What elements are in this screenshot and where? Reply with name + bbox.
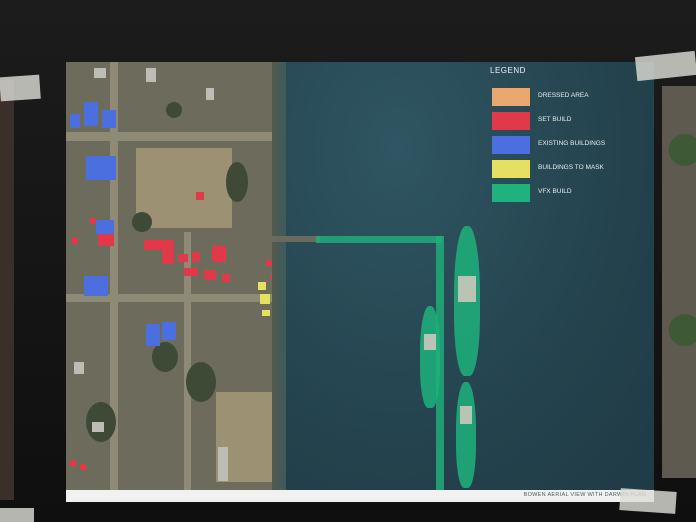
set-build xyxy=(70,460,76,466)
vfx-build-swatch xyxy=(492,184,530,202)
aerial-map-print: LEGEND DRESSED AREA SET BUILD EXISTING B… xyxy=(66,62,654,502)
wharf-approach xyxy=(272,236,320,242)
tree xyxy=(226,162,248,202)
ship-superstructure xyxy=(424,334,436,350)
legend-label: EXISTING BUILDINGS xyxy=(538,140,606,147)
set-build xyxy=(80,464,86,470)
set-build xyxy=(184,268,198,276)
vfx-wharf-build xyxy=(316,236,442,243)
existing-building xyxy=(70,114,80,128)
tree xyxy=(166,102,182,118)
map-legend: LEGEND DRESSED AREA SET BUILD EXISTING B… xyxy=(490,66,650,202)
building-to-mask xyxy=(262,310,270,316)
house-roof xyxy=(94,68,106,78)
building-to-mask xyxy=(260,294,270,304)
set-build xyxy=(204,270,216,280)
legend-label: SET BUILD xyxy=(538,116,572,123)
set-build xyxy=(212,246,226,262)
existing-building xyxy=(162,322,176,340)
vfx-ship xyxy=(420,306,440,408)
existing-building xyxy=(86,156,116,180)
existing-building xyxy=(146,324,160,346)
dressed-area-swatch xyxy=(492,88,530,106)
house-roof xyxy=(218,447,228,481)
legend-label: VFX BUILD xyxy=(538,188,572,195)
set-build xyxy=(144,240,174,250)
masking-tape xyxy=(0,508,34,522)
existing-building xyxy=(96,220,114,234)
masking-tape xyxy=(0,74,41,102)
set-build xyxy=(222,274,230,282)
street xyxy=(66,132,272,141)
aerial-map: LEGEND DRESSED AREA SET BUILD EXISTING B… xyxy=(66,62,654,490)
existing-building xyxy=(84,276,108,296)
tree xyxy=(152,342,178,372)
buildings-to-mask-swatch xyxy=(492,160,530,178)
existing-building xyxy=(102,110,116,128)
palm-tree-image xyxy=(668,306,696,366)
existing-buildings-swatch xyxy=(492,136,530,154)
left-wall-edge xyxy=(0,80,14,500)
vfx-ship xyxy=(456,382,476,488)
existing-building xyxy=(84,102,98,126)
set-build xyxy=(192,252,200,262)
set-build-swatch xyxy=(492,112,530,130)
legend-title: LEGEND xyxy=(490,66,526,75)
set-build xyxy=(178,254,188,262)
tree xyxy=(132,212,152,232)
building-to-mask xyxy=(258,282,266,290)
palm-tree-image xyxy=(668,126,696,186)
masking-tape xyxy=(619,488,677,514)
ship-superstructure xyxy=(458,276,476,302)
tree xyxy=(186,362,216,402)
set-build xyxy=(98,234,114,246)
set-build xyxy=(72,238,78,244)
set-build xyxy=(162,250,174,264)
adjacent-photo xyxy=(662,86,696,478)
legend-label: BUILDINGS TO MASK xyxy=(538,164,604,171)
house-roof xyxy=(206,88,214,100)
ship-superstructure xyxy=(460,406,472,424)
house-roof xyxy=(74,362,84,374)
shoreline xyxy=(272,62,286,490)
set-build xyxy=(196,192,204,200)
set-build xyxy=(90,218,96,224)
house-roof xyxy=(146,68,156,82)
legend-label: DRESSED AREA xyxy=(538,92,589,99)
house-roof xyxy=(92,422,104,432)
